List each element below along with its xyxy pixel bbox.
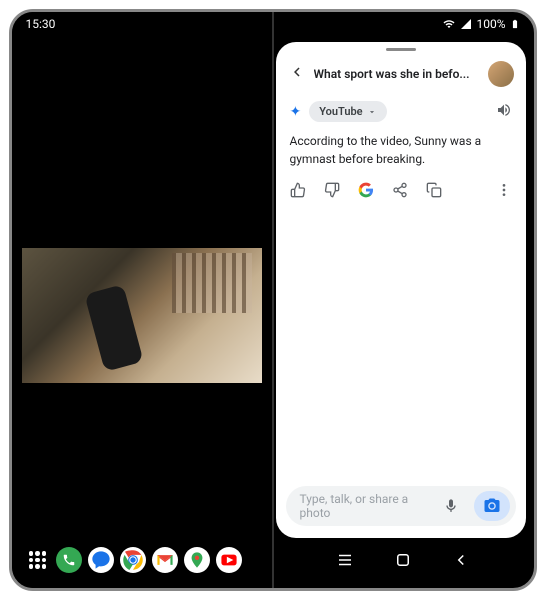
google-search-icon[interactable] [358, 182, 374, 198]
nav-bar [12, 542, 534, 578]
video-pane [12, 12, 273, 588]
back-button[interactable] [288, 63, 306, 85]
youtube-chip[interactable]: YouTube [309, 101, 386, 122]
wifi-icon [442, 18, 456, 30]
source-chip-row: ✦ YouTube [290, 101, 512, 122]
phone-app-icon[interactable] [56, 547, 82, 573]
assistant-panel: What sport was she in befo... ✦ YouTube … [276, 42, 526, 538]
back-nav-button[interactable] [452, 551, 470, 569]
signal-icon [460, 18, 472, 30]
action-row [290, 182, 512, 198]
maps-app-icon[interactable] [184, 547, 210, 573]
panel-header: What sport was she in befo... [276, 55, 526, 97]
gmail-app-icon[interactable] [152, 547, 178, 573]
battery-icon [510, 17, 520, 31]
recents-button[interactable] [336, 551, 354, 569]
input-placeholder: Type, talk, or share a photo [300, 492, 428, 520]
video-scene-person [84, 284, 143, 372]
home-button[interactable] [394, 551, 412, 569]
app-drawer-icon[interactable] [26, 548, 50, 572]
input-bar[interactable]: Type, talk, or share a photo [286, 486, 516, 526]
camera-button[interactable] [474, 491, 510, 521]
share-icon[interactable] [392, 182, 408, 198]
query-title: What sport was she in befo... [314, 67, 480, 81]
chrome-app-icon[interactable] [120, 547, 146, 573]
system-nav [273, 551, 534, 569]
thumbs-down-icon[interactable] [324, 182, 340, 198]
status-time: 15:30 [26, 17, 56, 31]
youtube-app-icon[interactable] [216, 547, 242, 573]
panel-drag-handle[interactable] [386, 48, 416, 51]
status-right: 100% [442, 17, 519, 31]
thumbs-up-icon[interactable] [290, 182, 306, 198]
more-icon[interactable] [496, 182, 512, 198]
speaker-icon[interactable] [496, 102, 512, 122]
response-text: According to the video, Sunny was a gymn… [290, 132, 512, 168]
copy-icon[interactable] [426, 182, 442, 198]
video-player[interactable] [22, 248, 262, 383]
sparkle-icon: ✦ [290, 104, 302, 120]
battery-percent: 100% [476, 17, 505, 31]
video-scene-window [172, 253, 252, 313]
chip-label: YouTube [319, 105, 362, 118]
panel-body: ✦ YouTube According to the video, Sunny … [276, 97, 526, 478]
status-bar: 15:30 100% [12, 12, 534, 36]
app-dock [12, 547, 273, 573]
avatar[interactable] [488, 61, 514, 87]
mic-button[interactable] [436, 491, 466, 521]
device-hinge [272, 12, 274, 588]
messages-app-icon[interactable] [88, 547, 114, 573]
chevron-down-icon [367, 107, 377, 117]
foldable-device-frame: 15:30 100% What sport was she in befo. [9, 9, 537, 591]
